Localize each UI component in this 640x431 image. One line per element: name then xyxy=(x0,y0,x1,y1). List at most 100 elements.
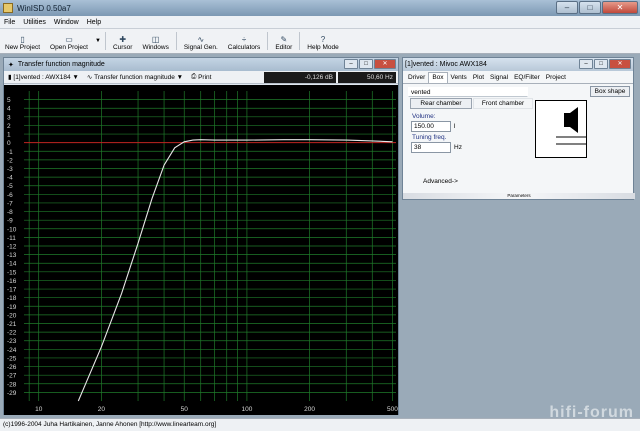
y-tick-label: 5 xyxy=(7,97,11,104)
chevron-down-icon: ▼ xyxy=(70,73,79,81)
y-tick-label: -15 xyxy=(7,269,17,276)
tuning-unit: Hz xyxy=(454,144,462,151)
y-tick-label: 2 xyxy=(7,123,11,130)
windows-button[interactable]: ◫ Windows xyxy=(137,29,173,53)
pin-icon[interactable]: ✦ xyxy=(8,61,14,69)
tab-eq-filter[interactable]: EQ/Filter xyxy=(511,73,543,83)
param-tabs: Driver Box Vents Plot Signal EQ/Filter P… xyxy=(403,72,633,84)
series-line xyxy=(77,139,393,402)
editor-icon: ✎ xyxy=(280,35,288,44)
tab-vents[interactable]: Vents xyxy=(448,73,470,83)
print-button[interactable]: ⎙ Print xyxy=(187,72,215,83)
windows-label: Windows xyxy=(142,44,169,51)
y-tick-label: -24 xyxy=(7,347,17,354)
tuning-input[interactable]: 38 xyxy=(411,142,451,153)
y-tick-label: -13 xyxy=(7,252,17,259)
y-tick-label: -7 xyxy=(7,200,13,207)
rear-chamber-tab[interactable]: Rear chamber xyxy=(410,98,472,109)
transfer-function-chart[interactable]: 543210-1-2-3-4-5-6-7-8-9-10-11-12-13-14-… xyxy=(4,85,398,415)
y-tick-label: 0 xyxy=(7,140,11,147)
calculators-button[interactable]: ÷ Calculators xyxy=(223,29,266,53)
help-mode-button[interactable]: ? Help Mode xyxy=(302,29,343,53)
x-tick-label: 200 xyxy=(304,406,315,413)
project-select[interactable]: ▮ [1]vented : AWX184 ▼ xyxy=(4,72,83,83)
y-tick-label: -20 xyxy=(7,312,17,319)
volume-input[interactable]: 150.00 xyxy=(411,121,451,132)
volume-label: Volume: xyxy=(412,113,436,120)
calculators-label: Calculators xyxy=(227,44,261,51)
cursor-button[interactable]: ✚ Cursor xyxy=(108,29,138,53)
status-bar: (c)1996-2004 Juha Hartikainen, Janne Aho… xyxy=(0,418,640,431)
tab-box[interactable]: Box xyxy=(428,72,448,83)
db-readout: -0,126 dB xyxy=(264,72,336,83)
menu-file[interactable]: File xyxy=(0,19,19,26)
tab-plot[interactable]: Plot xyxy=(470,73,487,83)
maximize-button[interactable]: □ xyxy=(579,1,601,14)
new-project-button[interactable]: ▯ New Project xyxy=(0,29,45,53)
cursor-label: Cursor xyxy=(112,44,133,51)
open-project-button[interactable]: ▭ Open Project xyxy=(45,29,93,53)
param-minimize-button[interactable]: – xyxy=(579,59,593,69)
editor-button[interactable]: ✎ Editor xyxy=(270,29,297,53)
y-tick-label: 3 xyxy=(7,114,11,121)
box-shape-button[interactable]: Box shape xyxy=(590,86,630,97)
y-tick-label: 4 xyxy=(7,106,11,113)
y-tick-label: -29 xyxy=(7,390,17,397)
chart-window-title: Transfer function magnitude xyxy=(17,61,105,68)
volume-unit: l xyxy=(454,123,456,130)
tab-driver[interactable]: Driver xyxy=(405,73,428,83)
tab-signal[interactable]: Signal xyxy=(487,73,511,83)
open-project-label: Open Project xyxy=(50,44,88,51)
x-tick-label: 100 xyxy=(241,406,252,413)
app-icon xyxy=(3,3,13,13)
editor-label: Editor xyxy=(275,44,293,51)
param-window-titlebar[interactable]: [1]vented : Mivoc AWX184 – □ ✕ xyxy=(403,58,633,71)
y-tick-label: -17 xyxy=(7,287,17,294)
toolbar-separator xyxy=(175,32,177,50)
chart-window-titlebar[interactable]: ✦ Transfer function magnitude – □ ✕ xyxy=(4,58,398,71)
help-mode-label: Help Mode xyxy=(307,44,339,51)
front-chamber-tab[interactable]: Front chamber xyxy=(473,98,533,109)
chart-minimize-button[interactable]: – xyxy=(344,59,358,69)
advanced-button[interactable]: Advanced-> xyxy=(423,178,458,185)
y-tick-label: -1 xyxy=(7,149,13,156)
new-project-label: New Project xyxy=(5,44,41,51)
plot-area[interactable]: 5 4 3 2 1 0 -1 -2 -3 -4 -5 -6 -7 -8 -9 -10 -11 -12 -13 -14-… xyxy=(4,85,398,415)
title-bar: WinISD 0.50a7 – □ ✕ xyxy=(0,0,640,16)
x-tick-label: 50 xyxy=(181,406,189,413)
y-tick-label: -26 xyxy=(7,364,17,371)
tab-project[interactable]: Project xyxy=(543,73,569,83)
minimize-button[interactable]: – xyxy=(556,1,578,14)
y-tick-label: -11 xyxy=(7,235,16,242)
signal-gen-button[interactable]: ∿ Signal Gen. xyxy=(179,29,223,53)
menu-help[interactable]: Help xyxy=(83,19,105,26)
transfer-function-window: ✦ Transfer function magnitude – □ ✕ ▮ [1… xyxy=(3,57,399,415)
y-tick-label: -21 xyxy=(7,321,17,328)
windows-icon: ◫ xyxy=(151,35,160,44)
chart-maximize-button[interactable]: □ xyxy=(359,59,373,69)
signal-gen-label: Signal Gen. xyxy=(183,44,218,51)
menu-bar: File Utilities Window Help xyxy=(0,16,640,29)
hz-readout: 50,60 Hz xyxy=(338,72,396,83)
graph-type-select[interactable]: ∿ Transfer function magnitude ▼ xyxy=(83,72,187,83)
close-button[interactable]: ✕ xyxy=(602,1,638,14)
param-maximize-button[interactable]: □ xyxy=(594,59,608,69)
open-doc-icon: ▭ xyxy=(65,35,73,44)
calculator-icon: ÷ xyxy=(241,35,247,44)
new-doc-icon: ▯ xyxy=(20,35,25,44)
y-tick-label: -16 xyxy=(7,278,17,285)
param-close-button[interactable]: ✕ xyxy=(609,59,631,69)
menu-window[interactable]: Window xyxy=(50,19,83,26)
chart-close-button[interactable]: ✕ xyxy=(374,59,396,69)
box-name-field[interactable]: vented xyxy=(408,87,528,97)
help-icon: ? xyxy=(320,35,326,44)
y-tick-label: -3 xyxy=(7,166,13,173)
menu-utilities[interactable]: Utilities xyxy=(19,19,50,26)
cursor-icon: ✚ xyxy=(119,35,127,44)
y-tick-label: -8 xyxy=(7,209,13,216)
project-parameters-window: [1]vented : Mivoc AWX184 – □ ✕ Driver Bo… xyxy=(402,57,635,200)
toolbar-separator xyxy=(299,32,301,50)
open-dropdown-icon[interactable]: ▼ xyxy=(95,38,101,44)
y-tick-label: -2 xyxy=(7,157,13,164)
toolbar-separator xyxy=(267,32,269,50)
